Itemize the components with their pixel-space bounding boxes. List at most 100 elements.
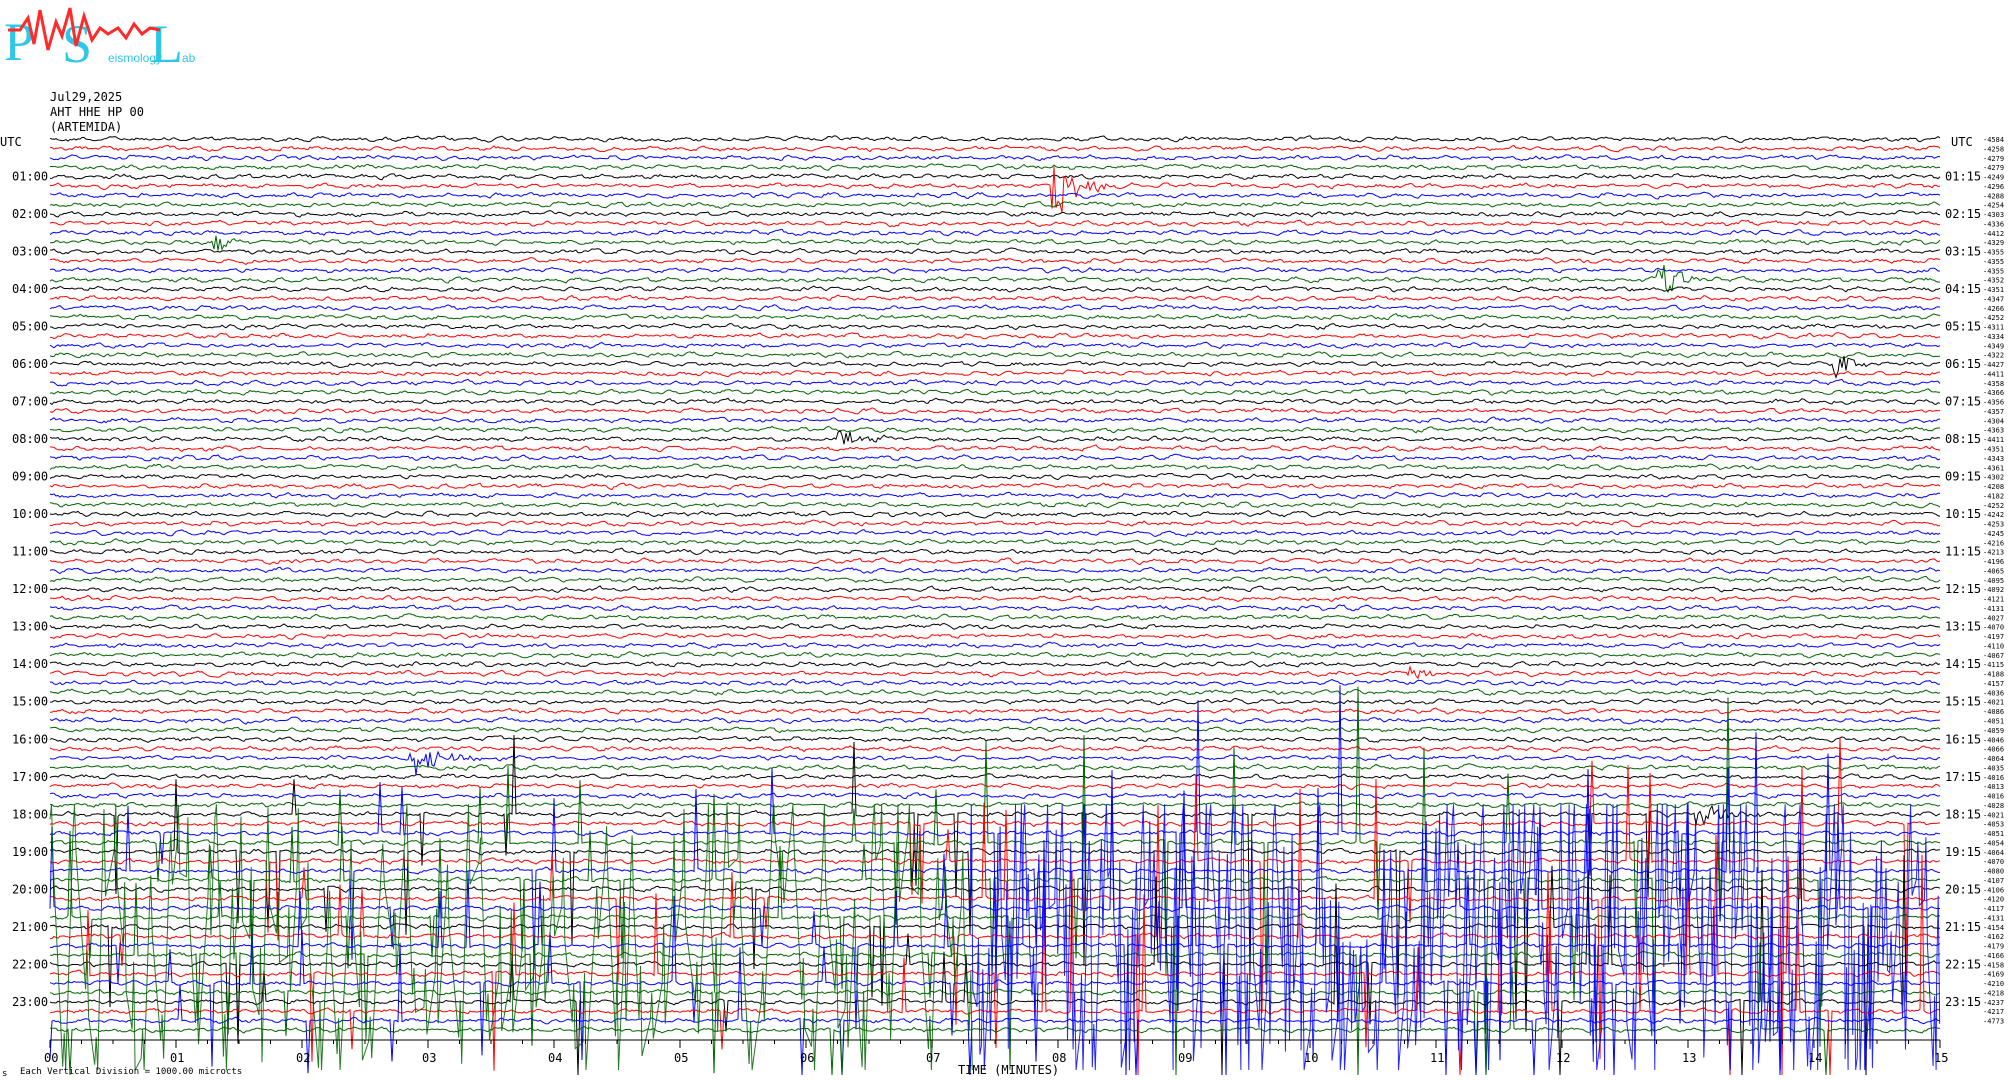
trace-row-31: [50, 425, 1941, 434]
site-label: (ARTEMIDA): [50, 120, 122, 134]
trace-row-27: [49, 388, 1940, 396]
trace-row-34: [49, 453, 1941, 462]
trace-offset-label: -4349: [1983, 342, 2004, 350]
helicorder-chart: P S L eismology ab Jul29,2025 AHT HHE HP…: [0, 7, 2004, 1079]
trace-row-50: [49, 604, 1941, 612]
left-hour-label: 16:00: [12, 732, 48, 746]
right-hour-label: 20:15: [1945, 882, 1981, 896]
trace-offset-label: -4358: [1983, 380, 2004, 388]
right-hour-label: 05:15: [1945, 320, 1981, 334]
trace-row-37: [49, 482, 1941, 491]
left-hour-label: 13:00: [12, 620, 48, 634]
trace-offset-label: -4035: [1983, 764, 2004, 772]
trace-row-55: [49, 651, 1941, 659]
trace-offset-label: -4169: [1983, 971, 2004, 979]
trace-offset-label: -4021: [1983, 811, 2004, 819]
left-hour-label: 12:00: [12, 582, 48, 596]
trace-row-10: [49, 228, 1941, 237]
x-axis-title: TIME (MINUTES): [958, 1063, 1059, 1077]
right-hour-label: 22:15: [1945, 957, 1981, 971]
trace-offset-label: -4196: [1983, 558, 2004, 566]
trace-offset-label: -4016: [1983, 793, 2004, 801]
trace-row-54: [49, 641, 1941, 650]
trace-offset-label: -4343: [1983, 455, 2004, 463]
trace-offset-label: -4210: [1983, 980, 2004, 988]
x-tick-label: 10: [1304, 1051, 1318, 1065]
x-tick-label: 03: [422, 1051, 436, 1065]
trace-row-13: [49, 257, 1941, 265]
trace-offset-label: -4245: [1983, 530, 2004, 538]
left-hour-label: 10:00: [12, 507, 48, 521]
trace-row-12: [49, 247, 1941, 256]
trace-offset-label: -4584: [1983, 136, 2004, 144]
trace-offset-label: -4355: [1983, 249, 2004, 257]
x-tick-label: 11: [1430, 1051, 1444, 1065]
trace-row-28: [49, 397, 1941, 406]
trace-offset-label: -4266: [1983, 305, 2004, 313]
trace-row-29: [49, 407, 1941, 415]
trace-offset-label: -4427: [1983, 361, 2004, 369]
trace-row-0: [49, 135, 1941, 143]
logo-subtitle-2: ab: [182, 51, 196, 65]
left-axis-title: UTC: [0, 135, 22, 149]
trace-row-62: [49, 716, 1941, 725]
trace-row-67: [49, 763, 1941, 772]
trace-offset-label: -4059: [1983, 727, 2004, 735]
trace-row-36: [49, 472, 1941, 481]
trace-offset-label: -4197: [1983, 633, 2004, 641]
trace-offset-label: -4158: [1983, 961, 2004, 969]
right-hour-label: 11:15: [1945, 545, 1981, 559]
trace-offset-label: -4336: [1983, 220, 2004, 228]
right-hour-label: 01:15: [1945, 170, 1981, 184]
trace-offset-label: -4064: [1983, 849, 2004, 857]
trace-row-44: [49, 547, 1941, 556]
left-hour-label: 23:00: [12, 995, 48, 1009]
trace-offset-label: -4329: [1983, 239, 2004, 247]
left-hour-label: 22:00: [12, 957, 48, 971]
trace-row-17: [50, 294, 1941, 303]
right-hour-label: 13:15: [1945, 620, 1981, 634]
trace-offset-label: -4066: [1983, 746, 2004, 754]
trace-offset-label: -4208: [1983, 483, 2004, 491]
trace-offset-label: -4366: [1983, 389, 2004, 397]
x-tick-label: 01: [170, 1051, 184, 1065]
trace-offset-label: -4288: [1983, 192, 2004, 200]
right-hour-label: 10:15: [1945, 507, 1981, 521]
trace-offset-label: -4351: [1983, 446, 2004, 454]
trace-offset-label: -4162: [1983, 933, 2004, 941]
date-label: Jul29,2025: [50, 90, 122, 104]
trace-offset-label: -4154: [1983, 924, 2004, 932]
trace-offset-label: -4188: [1983, 671, 2004, 679]
left-hour-labels: 01:00 02:00 03:00 04:00 05:00 06:00 07:00 08:00…: [12, 170, 48, 1009]
trace-row-46: [49, 566, 1941, 575]
trace-offset-label: -4054: [1983, 839, 2004, 847]
left-hour-label: 18:00: [12, 807, 48, 821]
trace-row-4: [49, 172, 1941, 181]
trace-offset-label: -4249: [1983, 174, 2004, 182]
x-tick-label: 00: [44, 1051, 58, 1065]
trace-offset-label: -4121: [1983, 596, 2004, 604]
trace-offset-label: -4304: [1983, 417, 2004, 425]
trace-row-63: [49, 726, 1941, 734]
x-tick-label: 06: [800, 1051, 814, 1065]
trace-offset-label: -4070: [1983, 624, 2004, 632]
trace-offset-label: -4237: [1983, 999, 2004, 1007]
trace-row-59: [49, 688, 1941, 697]
trace-row-61: [49, 707, 1941, 715]
trace-offset-label: -4213: [1983, 549, 2004, 557]
trace-offset-label: -4110: [1983, 643, 2004, 651]
x-tick-label: 07: [926, 1051, 940, 1065]
trace-offset-label: -4296: [1983, 183, 2004, 191]
x-tick-label: 02: [296, 1051, 310, 1065]
trace-offset-label: -4131: [1983, 915, 2004, 923]
right-hour-label: 16:15: [1945, 732, 1981, 746]
trace-row-35: [49, 463, 1941, 472]
trace-row-66: [49, 750, 1941, 775]
trace-offset-label: -4086: [1983, 708, 2004, 716]
right-hour-label: 21:15: [1945, 920, 1981, 934]
trace-row-49: [49, 594, 1941, 603]
trace-row-74: [49, 685, 1941, 1012]
trace-offset-label: -4773: [1983, 1018, 2004, 1026]
right-hour-label: 15:15: [1945, 695, 1981, 709]
trace-offset-labels: -4584-4258 -4279-4279 -4249-4296-4288 -4254…: [1983, 136, 2004, 1026]
